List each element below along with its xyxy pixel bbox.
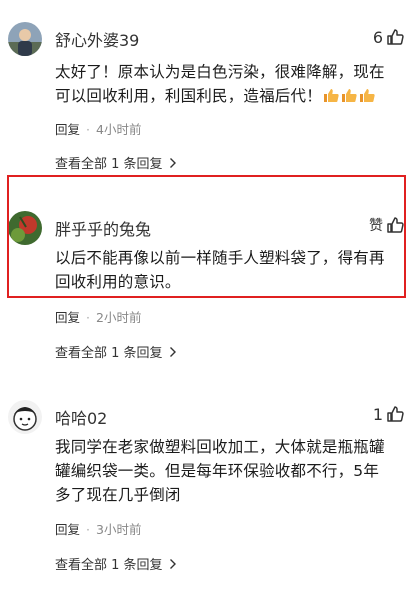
chevron-right-icon: [169, 346, 176, 357]
highlight-box: [7, 175, 406, 298]
username[interactable]: 哈哈02: [55, 405, 107, 429]
timestamp: 2小时前: [96, 310, 142, 325]
comment-meta: 回复 · 2小时前: [55, 307, 141, 326]
username[interactable]: 舒心外婆39: [55, 27, 139, 51]
chevron-right-icon: [169, 157, 176, 168]
view-all-replies-link[interactable]: 查看全部 1 条回复: [55, 153, 177, 172]
timestamp: 3小时前: [96, 522, 142, 537]
comment-text: 我同学在老家做塑料回收加工，大体就是瓶瓶罐 罐编织袋一类。但是每年环保验收都不行…: [55, 435, 403, 507]
comment-line-with-emoji: 可以回收利用，利国利民，造福后代！: [55, 84, 403, 108]
avatar[interactable]: [8, 400, 42, 434]
chevron-right-icon: [169, 558, 176, 569]
thumbs-up-emoji: [359, 87, 376, 104]
comment-line: 我同学在老家做塑料回收加工，大体就是瓶瓶罐: [55, 438, 385, 456]
view-all-replies-label: 查看全部 1 条回复: [55, 346, 163, 361]
view-all-replies-link[interactable]: 查看全部 1 条回复: [55, 554, 177, 573]
comment-line: 罐编织袋一类。但是每年环保验收都不行，5年: [55, 462, 380, 480]
comment-meta: 回复 · 3小时前: [55, 519, 141, 538]
view-all-replies-label: 查看全部 1 条回复: [55, 558, 163, 573]
thumbs-up-icon: [387, 29, 404, 45]
avatar[interactable]: [8, 22, 42, 56]
like-button[interactable]: 6: [373, 27, 405, 47]
timestamp: 4小时前: [96, 122, 142, 137]
comment-line: 多了现在几乎倒闭: [55, 486, 181, 504]
separator-dot: ·: [86, 310, 90, 325]
thumbs-up-emoji: [323, 87, 340, 104]
separator-dot: ·: [86, 522, 90, 537]
thumbs-up-icon: [387, 406, 404, 422]
comment-meta: 回复 · 4小时前: [55, 119, 141, 138]
view-all-replies-label: 查看全部 1 条回复: [55, 157, 163, 172]
comment-text: 太好了！原本认为是白色污染，很难降解，现在 可以回收利用，利国利民，造福后代！: [55, 60, 403, 108]
reply-button[interactable]: 回复: [55, 310, 80, 325]
thumbs-up-emoji: [341, 87, 358, 104]
like-button[interactable]: 1: [373, 404, 405, 424]
view-all-replies-link[interactable]: 查看全部 1 条回复: [55, 342, 177, 361]
comment-line: 太好了！原本认为是白色污染，很难降解，现在: [55, 63, 385, 81]
like-count: 6: [372, 27, 383, 47]
comment-line: 可以回收利用，利国利民，造福后代！: [55, 87, 322, 105]
separator-dot: ·: [86, 122, 90, 137]
like-count: 1: [372, 404, 383, 424]
reply-button[interactable]: 回复: [55, 122, 80, 137]
reply-button[interactable]: 回复: [55, 522, 80, 537]
